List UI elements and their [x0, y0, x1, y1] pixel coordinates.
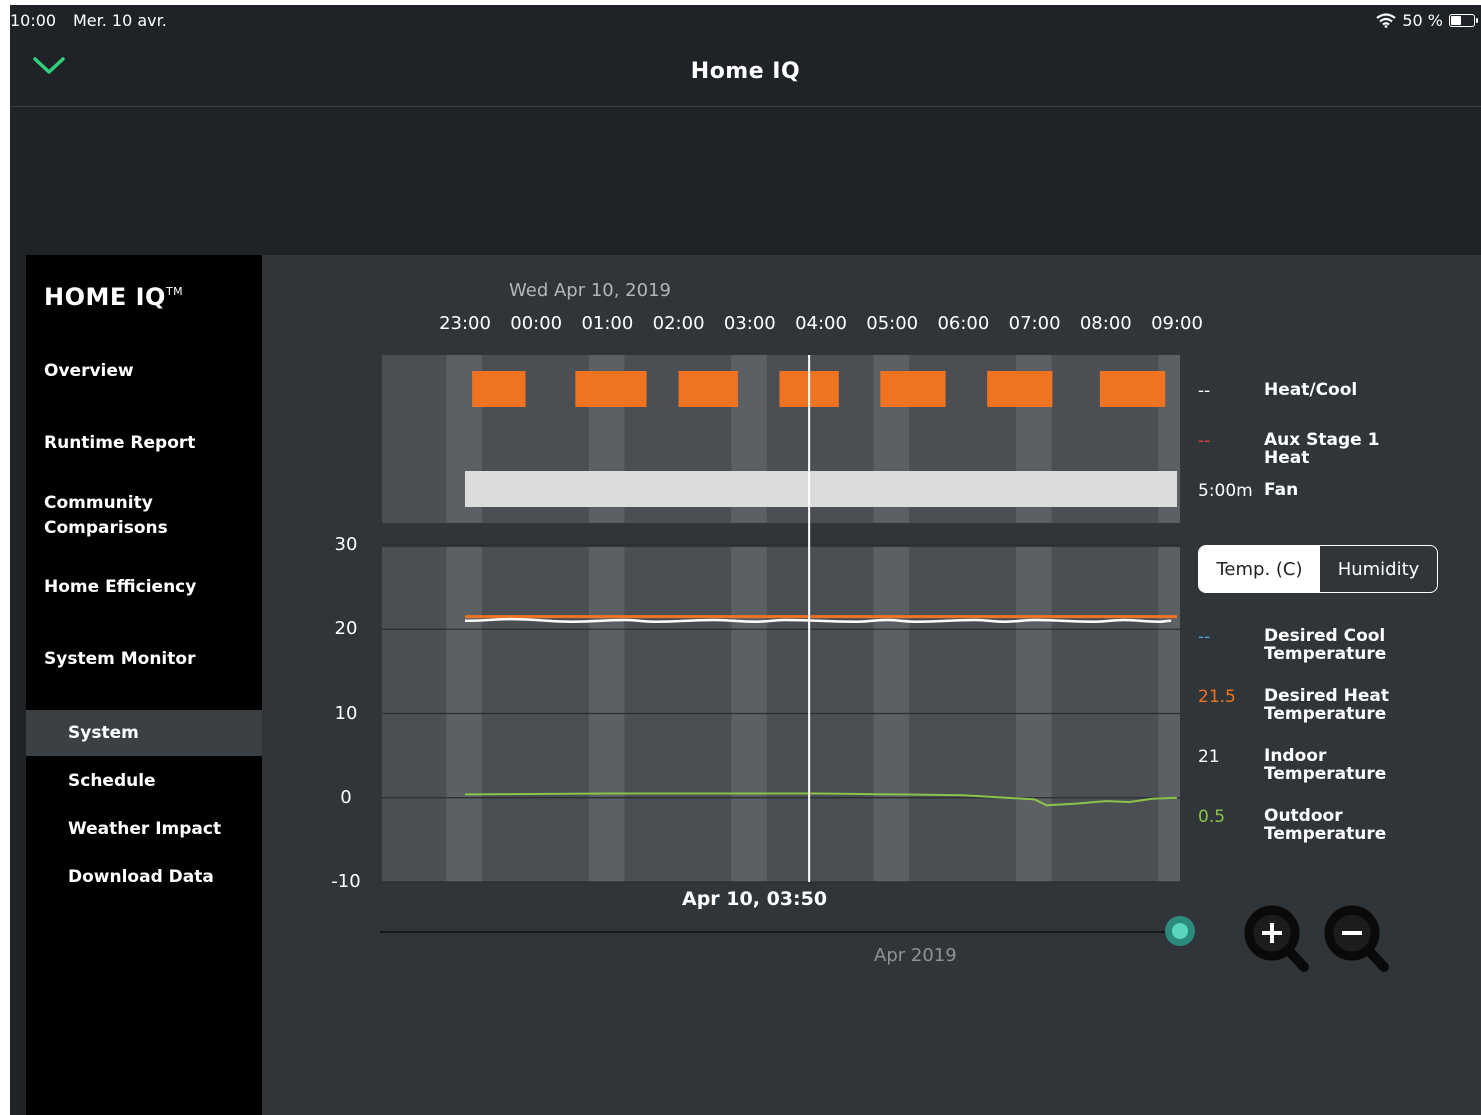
nav-weather-impact[interactable]: Weather Impact	[26, 806, 262, 852]
nav-overview[interactable]: Overview	[44, 359, 134, 384]
hour-stripe	[446, 547, 482, 882]
nav-home-efficiency[interactable]: Home Efficiency	[44, 575, 196, 600]
status-time: 10:00	[10, 11, 57, 30]
system-monitor-panel: Wed Apr 10, 2019 23:00 00:00 01:00 02:00 03:…	[262, 255, 1481, 1115]
runtime-segment	[575, 371, 647, 407]
runtime-segment	[987, 371, 1053, 407]
status-date: Mer. 10 avr.	[73, 11, 167, 30]
cursor-time-label: Apr 10, 03:50	[682, 888, 828, 910]
legend-label-runtime-1: Aux Stage 1 Heat	[1264, 430, 1380, 468]
legend-label-series-3: Outdoor Temperature	[1264, 806, 1387, 844]
legend-value-runtime-1: --	[1198, 431, 1211, 451]
legend-value-runtime-2: 5:00m	[1198, 481, 1253, 501]
hour-stripe	[731, 547, 767, 882]
nav-schedule[interactable]: Schedule	[26, 758, 262, 804]
nav-system-monitor[interactable]: System Monitor	[44, 647, 195, 672]
brand-tm: TM	[165, 285, 184, 298]
status-bar: 10:00 Mer. 10 avr. 50 %	[10, 5, 1481, 35]
hour-stripe	[588, 547, 625, 882]
timeline-track[interactable]	[380, 931, 1180, 933]
nav-download-data[interactable]: Download Data	[26, 854, 262, 900]
ipad-screen: 10:00 Mer. 10 avr. 50 % Home IQ HOME IQT…	[10, 5, 1481, 1115]
legend-value-runtime-0: --	[1198, 381, 1211, 401]
hour-stripe	[1158, 547, 1180, 882]
hour-stripe	[873, 547, 910, 882]
status-right: 50 %	[1376, 11, 1478, 30]
battery-icon	[1449, 14, 1478, 27]
humidity-toggle-option[interactable]: Humidity	[1320, 546, 1437, 592]
runtime-segment	[678, 371, 738, 407]
legend-label-runtime-2: Fan	[1264, 480, 1299, 500]
battery-percent: 50 %	[1402, 11, 1443, 30]
temp-toggle-option[interactable]: Temp. (C)	[1199, 546, 1320, 592]
page-title: Home IQ	[690, 59, 801, 84]
legend-value-series-0: --	[1198, 627, 1211, 647]
nav-system[interactable]: System	[26, 710, 262, 756]
temp-plot-bg	[382, 547, 1180, 882]
legend-value-series-1: 21.5	[1198, 687, 1236, 707]
legend-label-series-0: Desired Cool Temperature	[1264, 626, 1387, 664]
legend-label-runtime-0: Heat/Cool	[1264, 380, 1358, 400]
runtime-segment	[1099, 371, 1166, 407]
legend-value-series-2: 21	[1198, 747, 1220, 767]
wifi-icon	[1376, 13, 1397, 28]
timeline-month-label: Apr 2019	[874, 945, 957, 966]
temp-humidity-toggle[interactable]: Temp. (C) Humidity	[1198, 545, 1438, 593]
legend-label-series-2: Indoor Temperature	[1264, 746, 1387, 784]
timeline-handle[interactable]	[1165, 916, 1195, 946]
legend-label-series-1: Desired Heat Temperature	[1264, 686, 1389, 724]
runtime-segment	[465, 471, 1177, 507]
sidebar: HOME IQTM Overview Runtime Report Commun…	[26, 255, 262, 1115]
runtime-segment	[472, 371, 526, 407]
nav-runtime-report[interactable]: Runtime Report	[44, 431, 195, 456]
runtime-segment	[880, 371, 946, 407]
brand-title: HOME IQTM	[44, 283, 183, 311]
zoom-in-icon[interactable]	[1240, 903, 1312, 975]
top-bar: Home IQ	[10, 35, 1481, 107]
legend-value-series-3: 0.5	[1198, 807, 1226, 827]
brand-name: HOME IQ	[44, 283, 166, 311]
hour-stripe	[1016, 547, 1052, 882]
zoom-out-icon[interactable]	[1320, 903, 1392, 975]
nav-community-comparisons[interactable]: Community Comparisons	[44, 491, 168, 541]
